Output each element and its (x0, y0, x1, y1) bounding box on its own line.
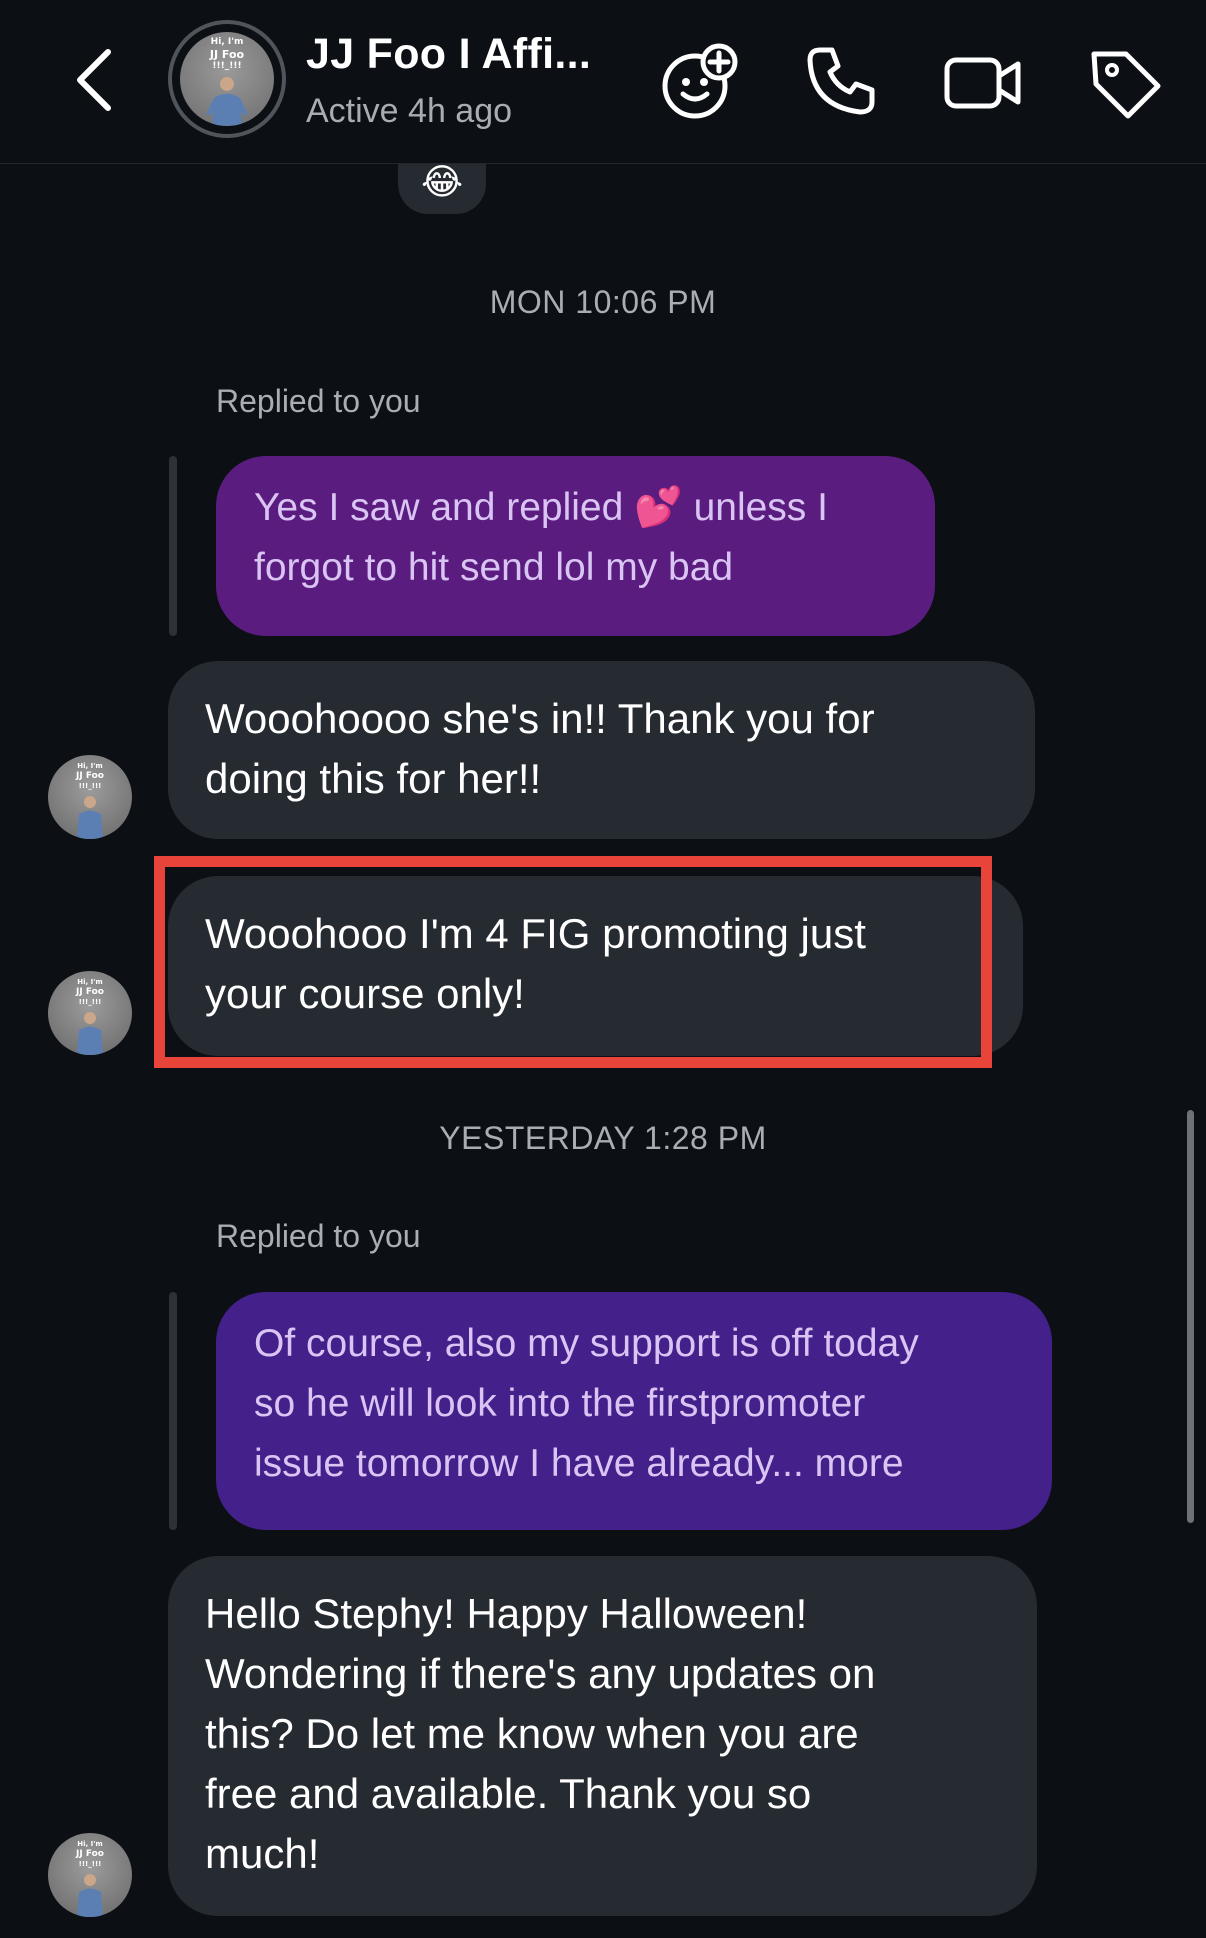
avatar-text-line1: Hi, I'm (77, 762, 103, 770)
message-line: doing this for her!! (205, 755, 542, 802)
avatar-text-line1: Hi, I'm (210, 37, 244, 47)
two-hearts-emoji: 💕 (634, 486, 683, 529)
replied-to-you-label: Replied to you (216, 383, 421, 419)
quoted-text-part: Yes I saw and replied (254, 486, 624, 529)
tag-icon (1091, 51, 1161, 119)
incoming-message-bubble[interactable]: Wooohooo I'm 4 FIG promoting just your c… (168, 876, 1023, 1056)
chat-screen: Hi, I'm JJ Foo !!!_!!! JJ Foo I Affi... … (0, 0, 1206, 1938)
active-status: Active 4h ago (306, 92, 513, 130)
effects-button[interactable] (657, 40, 741, 124)
avatar-text-line2: JJ Foo (76, 771, 104, 781)
video-call-button[interactable] (940, 40, 1024, 124)
timestamp-divider: MON 10:06 PM (489, 284, 717, 320)
video-camera-icon (944, 57, 1021, 109)
quoted-text-part: unless I (693, 486, 828, 529)
person-figure-icon (206, 77, 248, 126)
reaction-emoji[interactable]: 😂 (398, 158, 486, 214)
tag-button[interactable] (1082, 40, 1166, 124)
sender-avatar[interactable]: Hi, I'm JJ Foo !!!_!!! (48, 1833, 132, 1917)
avatar-text-line2: JJ Foo (76, 1849, 104, 1859)
avatar-text-line3: !!!_!!! (78, 998, 102, 1006)
quoted-message-bubble[interactable]: Of course, also my support is off today … (216, 1292, 1052, 1530)
back-button[interactable] (66, 42, 126, 118)
phone-icon (807, 47, 875, 115)
message-line: Wooohooo I'm 4 FIG promoting just (205, 910, 866, 957)
message-line: Wooohoooo she's in!! Thank you for (205, 695, 875, 742)
quoted-message-line: issue tomorrow I have already... more (254, 1442, 904, 1485)
avatar-text-line3: !!!_!!! (78, 782, 102, 790)
message-line: Wondering if there's any updates on (205, 1650, 876, 1697)
timestamp-divider: YESTERDAY 1:28 PM (439, 1120, 767, 1156)
replied-to-you-label: Replied to you (216, 1218, 421, 1254)
avatar-text-line2: JJ Foo (209, 48, 245, 61)
incoming-message-bubble[interactable]: Hello Stephy! Happy Halloween! Wondering… (168, 1556, 1037, 1916)
message-line: free and available. Thank you so (205, 1770, 812, 1817)
avatar-text-line3: !!!_!!! (212, 61, 242, 71)
message-line: this? Do let me know when you are (205, 1710, 859, 1757)
contact-avatar[interactable]: Hi, I'm JJ Foo !!!_!!! (168, 20, 286, 138)
reply-quote-rule (169, 456, 177, 636)
contact-name[interactable]: JJ Foo I Affi... (306, 30, 591, 79)
message-line: your course only! (205, 970, 525, 1017)
incoming-message-bubble[interactable]: Wooohoooo she's in!! Thank you for doing… (168, 661, 1035, 839)
audio-call-button[interactable] (798, 40, 882, 124)
avatar-text-line1: Hi, I'm (77, 1840, 103, 1848)
reaction-emoji-glyph: 😂 (420, 161, 464, 202)
chat-header: Hi, I'm JJ Foo !!!_!!! JJ Foo I Affi... … (0, 0, 1206, 164)
quoted-message-line: Of course, also my support is off today (254, 1322, 919, 1365)
avatar-text-line2: JJ Foo (76, 987, 104, 997)
person-figure-icon (77, 795, 103, 839)
avatar-text-line1: Hi, I'm (77, 978, 103, 986)
sender-avatar[interactable]: Hi, I'm JJ Foo !!!_!!! (48, 755, 132, 839)
reply-quote-rule (169, 1292, 177, 1530)
quoted-message-line: Yes I saw and replied 💕 unless I (254, 478, 897, 538)
sender-avatar[interactable]: Hi, I'm JJ Foo !!!_!!! (48, 971, 132, 1055)
message-line: Hello Stephy! Happy Halloween! (205, 1590, 808, 1637)
message-line: much! (205, 1830, 320, 1877)
person-figure-icon (77, 1873, 103, 1917)
quoted-message-line: forgot to hit send lol my bad (254, 546, 734, 589)
chevron-left-icon (77, 49, 111, 111)
sticker-face-icon (662, 43, 738, 119)
person-figure-icon (77, 1011, 103, 1055)
scrollbar-thumb[interactable] (1187, 1110, 1194, 1523)
avatar-text-line3: !!!_!!! (78, 1860, 102, 1868)
quoted-message-line: so he will look into the firstpromoter (254, 1382, 866, 1425)
quoted-message-bubble[interactable]: Yes I saw and replied 💕 unless I forgot … (216, 456, 935, 636)
